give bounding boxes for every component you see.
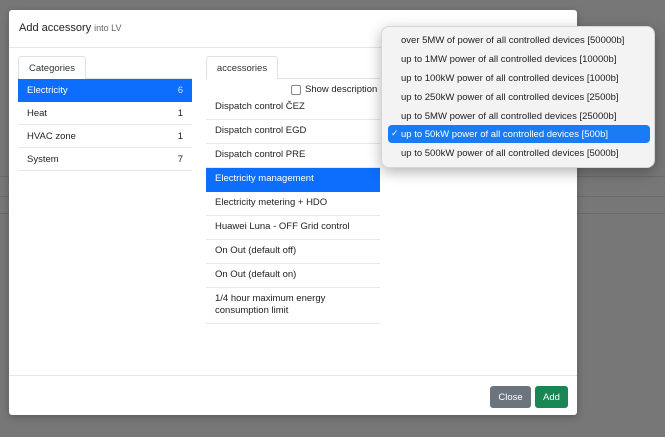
category-item-hvac-zone[interactable]: HVAC zone 1 (18, 125, 192, 148)
dropdown-option[interactable]: up to 5MW power of all controlled device… (388, 107, 650, 125)
accessories-tab-underline (277, 78, 380, 79)
category-count: 6 (177, 85, 183, 96)
dropdown-option-label: up to 50kW power of all controlled devic… (401, 128, 609, 140)
accessory-item[interactable]: Electricity metering + HDO (206, 192, 380, 216)
tab-accessories[interactable]: accessories (206, 56, 278, 79)
add-button-label: Add (543, 391, 560, 403)
tab-categories[interactable]: Categories (18, 56, 86, 79)
category-list: Electricity 6 Heat 1 HVAC zone 1 System … (18, 79, 192, 171)
tab-categories-label: Categories (29, 62, 75, 74)
dropdown-option-selected[interactable]: ✓ up to 50kW power of all controlled dev… (388, 125, 650, 143)
tab-accessories-label: accessories (216, 62, 268, 74)
dropdown-option[interactable]: up to 100kW power of all controlled devi… (388, 69, 650, 87)
show-description-checkbox[interactable] (291, 84, 301, 95)
dropdown-option[interactable]: up to 1MW power of all controlled device… (388, 50, 650, 68)
category-item-heat[interactable]: Heat 1 (18, 102, 192, 125)
close-button[interactable]: Close (490, 386, 531, 408)
category-count: 1 (177, 131, 183, 142)
checkmark-icon: ✓ (391, 128, 399, 138)
dialog-subtitle: into LV (94, 23, 122, 33)
dialog-footer: Close Add (9, 375, 577, 416)
category-label: HVAC zone (27, 131, 76, 142)
dropdown-option-label: up to 250kW power of all controlled devi… (401, 91, 619, 103)
accessory-list: Dispatch control ČEZ Dispatch control EG… (206, 96, 380, 324)
show-description-label: Show description (305, 84, 378, 95)
power-limit-dropdown-menu: over 5MW of power of all controlled devi… (381, 26, 655, 168)
accessory-item[interactable]: On Out (default off) (206, 240, 380, 264)
accessory-item-selected[interactable]: Electricity management (206, 168, 380, 192)
dialog-title-text: Add accessory (19, 22, 92, 34)
category-label: Heat (27, 108, 48, 119)
dropdown-option[interactable]: up to 250kW power of all controlled devi… (388, 88, 650, 106)
category-count: 7 (177, 154, 183, 165)
dialog-title: Add accessory into LV (19, 22, 122, 34)
accessory-item[interactable]: Huawei Luna - OFF Grid control (206, 216, 380, 240)
dropdown-option-label: over 5MW of power of all controlled devi… (401, 34, 625, 46)
accessory-item[interactable]: On Out (default on) (206, 264, 380, 288)
accessory-item[interactable]: Dispatch control EGD (206, 120, 380, 144)
category-count: 1 (177, 108, 183, 119)
accessory-item[interactable]: 1/4 hour maximum energy consumption limi… (206, 288, 380, 324)
show-description-toggle[interactable]: Show description (291, 84, 377, 95)
dropdown-option[interactable]: up to 500kW power of all controlled devi… (388, 144, 650, 162)
dropdown-option-label: up to 500kW power of all controlled devi… (401, 147, 619, 159)
close-button-label: Close (498, 391, 523, 403)
accessory-item[interactable]: Dispatch control ČEZ (206, 96, 380, 120)
category-item-electricity[interactable]: Electricity 6 (18, 79, 192, 102)
dropdown-option-label: up to 100kW power of all controlled devi… (401, 72, 619, 84)
add-button[interactable]: Add (535, 386, 568, 408)
category-label: System (27, 154, 59, 165)
category-item-system[interactable]: System 7 (18, 148, 192, 171)
dropdown-option-label: up to 1MW power of all controlled device… (401, 53, 617, 65)
dropdown-option-label: up to 5MW power of all controlled device… (401, 110, 617, 122)
category-label: Electricity (27, 85, 68, 96)
dropdown-option[interactable]: over 5MW of power of all controlled devi… (388, 31, 650, 49)
accessory-item[interactable]: Dispatch control PRE (206, 144, 380, 168)
